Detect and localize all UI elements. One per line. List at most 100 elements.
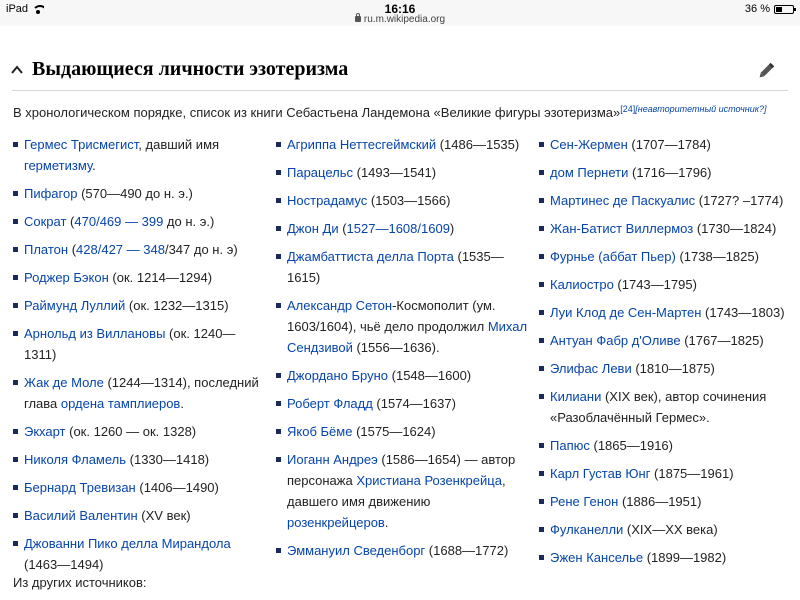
item-text: (1899—1982) [643, 550, 727, 565]
reference-link[interactable]: [24] [620, 104, 635, 114]
lock-icon [354, 13, 361, 22]
person-link[interactable]: 470/469 — 399 [74, 214, 163, 229]
person-link[interactable]: Роджер Бэкон [24, 270, 109, 285]
item-text: (1743—1803) [701, 305, 785, 320]
person-link[interactable]: Агриппа Неттесгеймский [287, 137, 436, 152]
person-link[interactable]: Джон Ди [287, 221, 339, 236]
list-item: Джованни Пико делла Мирандола (1463—1494… [13, 533, 261, 575]
item-text: (1463—1494) [24, 557, 104, 572]
person-link[interactable]: Джованни Пико делла Мирандола [24, 536, 231, 551]
item-text: /347 до н. э) [164, 242, 238, 257]
item-text: (1730—1824) [693, 221, 777, 236]
person-link[interactable]: Мартинес де Паскуалис [550, 193, 695, 208]
person-link[interactable]: Гермес Трисмегист [24, 137, 138, 152]
item-text: (1575—1624) [352, 424, 436, 439]
list-item: Элифас Леви (1810—1875) [539, 358, 794, 379]
person-link[interactable]: герметизму [24, 158, 92, 173]
item-text: (1767—1825) [680, 333, 764, 348]
section-header[interactable]: Выдающиеся личности эзотеризма [0, 50, 800, 90]
section-title: Выдающиеся личности эзотеризма [32, 58, 349, 80]
list-item: Мартинес де Паскуалис (1727? –1774) [539, 190, 794, 211]
list-item: Сен-Жермен (1707—1784) [539, 134, 794, 155]
person-link[interactable]: Роберт Фладд [287, 396, 373, 411]
list-item: Жан-Батист Виллермоз (1730—1824) [539, 218, 794, 239]
person-link[interactable]: дом Пернети [550, 165, 628, 180]
person-link[interactable]: Карл Густав Юнг [550, 466, 650, 481]
intro-paragraph: В хронологическом порядке, список из кни… [13, 100, 793, 122]
item-text: (1688—1772) [425, 543, 509, 558]
person-link[interactable]: Платон [24, 242, 68, 257]
item-text: (ок. 1232—1315) [125, 298, 229, 313]
list-item: Иоганн Андреэ (1586—1654) — автор персон… [276, 449, 531, 533]
item-text: (1886—1951) [618, 494, 702, 509]
item-text: (1865—1916) [589, 438, 673, 453]
item-text: ( [68, 242, 77, 257]
pencil-icon[interactable] [755, 60, 777, 82]
person-link[interactable]: Жан-Батист Виллермоз [550, 221, 693, 236]
battery-icon [774, 4, 796, 14]
address-bar[interactable]: ru.m.wikipedia.org [0, 13, 800, 25]
item-text: (XIX—XX века) [623, 522, 718, 537]
person-link[interactable]: Иоганн Андреэ [287, 452, 378, 467]
list-item: Фулканелли (XIX—XX века) [539, 519, 794, 540]
item-text: . [92, 158, 96, 173]
person-link[interactable]: Жак де Моле [24, 375, 104, 390]
person-link[interactable]: Якоб Бёме [287, 424, 352, 439]
person-link[interactable]: Элифас Леви [550, 361, 632, 376]
person-link[interactable]: Сократ [24, 214, 66, 229]
item-text: , давший имя [138, 137, 220, 152]
list-item: Джон Ди (1527—1608/1609) [276, 218, 531, 239]
person-link[interactable]: Калиостро [550, 277, 614, 292]
list-item: Гермес Трисмегист, давший имя герметизму… [13, 134, 261, 176]
person-link[interactable]: Николя Фламель [24, 452, 126, 467]
list-item: Арнольд из Виллановы (ок. 1240—1311) [13, 323, 261, 365]
item-text: (1406—1490) [135, 480, 219, 495]
person-link[interactable]: Килиани [550, 389, 601, 404]
list-item: дом Пернети (1716—1796) [539, 162, 794, 183]
person-link[interactable]: Фурнье (аббат Пьер) [550, 249, 676, 264]
battery-level [776, 6, 782, 12]
list-item: Калиостро (1743—1795) [539, 274, 794, 295]
person-link[interactable]: Арнольд из Виллановы [24, 326, 165, 341]
list-column-2: Агриппа Неттесгеймский (1486—1535) Параце… [276, 134, 531, 568]
person-link[interactable]: Христиана Розенкрейца [356, 473, 502, 488]
person-link[interactable]: Луи Клод де Сен-Мартен [550, 305, 701, 320]
list-item: Платон (428/427 — 348/347 до н. э) [13, 239, 261, 260]
list-item: Парацельс (1493—1541) [276, 162, 531, 183]
item-text: (ок. 1214—1294) [108, 270, 213, 285]
person-link[interactable]: Джамбаттиста делла Порта [287, 249, 454, 264]
list-item: Эжен Канселье (1899—1982) [539, 547, 794, 568]
unreliable-source-note[interactable]: [неавторитетный источник?] [635, 104, 766, 114]
person-link[interactable]: Эммануил Сведенборг [287, 543, 425, 558]
list-item: Джамбаттиста делла Порта (1535—1615) [276, 246, 531, 288]
person-link[interactable]: Парацельс [287, 165, 353, 180]
list-item: Василий Валентин (XV век) [13, 505, 261, 526]
person-link[interactable]: 428/427 — 348 [76, 242, 165, 257]
person-link[interactable]: Антуан Фабр д'Оливе [550, 333, 681, 348]
person-link[interactable]: Василий Валентин [24, 508, 138, 523]
person-link[interactable]: Сен-Жермен [550, 137, 628, 152]
person-link[interactable]: Папюс [550, 438, 590, 453]
person-link[interactable]: Рене Генон [550, 494, 618, 509]
person-link[interactable]: Пифагор [24, 186, 77, 201]
list-item: Фурнье (аббат Пьер) (1738—1825) [539, 246, 794, 267]
person-link[interactable]: розенкрейцеров [287, 515, 385, 530]
item-text: (1486—1535) [436, 137, 520, 152]
person-link[interactable]: Нострадамус [287, 193, 367, 208]
person-link[interactable]: Экхарт [24, 424, 66, 439]
person-link[interactable]: Джордано Бруно [287, 368, 388, 383]
person-link[interactable]: Фулканелли [550, 522, 623, 537]
list-item: Джордано Бруно (1548—1600) [276, 365, 531, 386]
section-divider [12, 90, 788, 91]
list-item: Эммануил Сведенборг (1688—1772) [276, 540, 531, 561]
item-text: ( [338, 221, 347, 236]
person-link[interactable]: Бернард Тревизан [24, 480, 136, 495]
person-link[interactable]: Александр Сетон [287, 298, 392, 313]
list-column-1: Гермес Трисмегист, давший имя герметизму… [13, 134, 261, 582]
person-link[interactable]: Раймунд Луллий [24, 298, 125, 313]
person-link[interactable]: ордена тамплиеров [61, 396, 180, 411]
person-link[interactable]: 1527—1608/1609 [347, 221, 450, 236]
person-link[interactable]: Эжен Канселье [550, 550, 643, 565]
list-item: Роджер Бэкон (ок. 1214—1294) [13, 267, 261, 288]
chevron-up-icon[interactable] [11, 65, 23, 75]
